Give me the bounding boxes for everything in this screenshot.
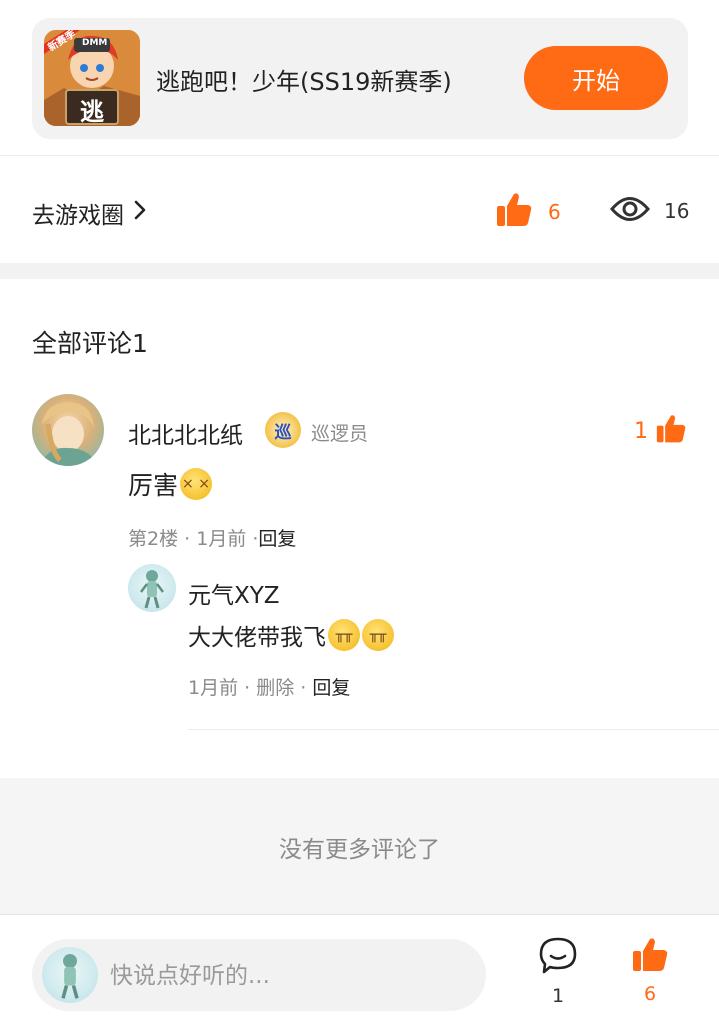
thumbs-up-icon xyxy=(632,937,668,977)
comment-floor: 第2楼 xyxy=(128,528,179,550)
replier-avatar[interactable] xyxy=(128,564,176,612)
reply-meta: 1月前 · 删除 · 回复 xyxy=(188,673,350,700)
comment-text-content: 厉害 xyxy=(128,471,179,500)
go-game-circle-link[interactable]: 去游戏圈 xyxy=(32,196,146,230)
start-button[interactable]: 开始 xyxy=(524,46,668,110)
comment-time: 1月前 xyxy=(196,528,247,550)
go-game-circle-label: 去游戏圈 xyxy=(32,203,124,229)
my-avatar-art xyxy=(61,954,79,999)
thumbs-up-icon xyxy=(496,192,532,232)
comments-section-title: 全部评论1 xyxy=(32,329,148,358)
post-views: 16 xyxy=(610,192,689,230)
reply-divider xyxy=(188,729,719,730)
my-avatar xyxy=(42,947,98,1003)
commenter-avatar-art xyxy=(40,402,98,466)
patrol-badge-char: 巡 xyxy=(274,422,292,443)
crying-face-emoji-icon: ╥╥ xyxy=(362,619,394,651)
reply-time: 1月前 xyxy=(188,677,239,699)
replier-avatar-art xyxy=(140,570,164,609)
post-like-count: 6 xyxy=(548,200,561,224)
game-icon-brand-text: DMM xyxy=(82,38,108,48)
thumbs-up-icon xyxy=(656,414,686,448)
reply-text-content: 大大佬带我飞 xyxy=(188,625,326,651)
bottom-like-button[interactable]: 6 xyxy=(628,937,672,1005)
no-more-comments-text: 没有更多评论了 xyxy=(279,837,440,863)
post-like-button[interactable]: 6 xyxy=(496,192,561,232)
dizzy-face-emoji-icon: × × xyxy=(180,468,213,500)
commenter-name[interactable]: 北北北北纸 xyxy=(128,416,243,450)
reply-delete-button[interactable]: 删除 xyxy=(256,677,294,699)
eye-icon xyxy=(610,192,650,230)
comment-like-count: 1 xyxy=(634,418,648,444)
comment-meta: 第2楼 · 1月前 ·回复 xyxy=(128,524,296,551)
comment-text: 厉害 × × xyxy=(128,466,213,502)
comment-like-button[interactable]: 1 xyxy=(634,414,686,448)
game-icon-char: 逃 xyxy=(80,98,104,126)
bottom-like-count: 6 xyxy=(643,983,657,1005)
game-card[interactable]: 新赛季 DMM 逃 逃跑吧！少年(SS19新赛季) 开始 xyxy=(32,18,688,139)
divider xyxy=(0,155,719,156)
comment-input[interactable] xyxy=(110,959,470,993)
comments-button[interactable]: 1 xyxy=(536,937,580,1007)
chevron-right-icon xyxy=(134,200,146,226)
separator-dot: · xyxy=(184,528,197,550)
reply-text: 大大佬带我飞 ╥╥ ╥╥ xyxy=(188,618,394,652)
comment-reply-button[interactable]: 回复 xyxy=(258,528,296,550)
patrol-badge-icon: 巡 xyxy=(265,412,301,448)
game-icon[interactable]: 新赛季 DMM 逃 xyxy=(44,30,140,126)
section-separator xyxy=(0,263,719,279)
post-meta-row: 去游戏圈 6 16 xyxy=(0,160,719,263)
reply-reply-button[interactable]: 回复 xyxy=(312,677,350,699)
patrol-badge-label: 巡逻员 xyxy=(311,423,369,445)
separator-dot: · xyxy=(300,677,313,699)
comment-count: 1 xyxy=(551,985,565,1007)
comment-input-box[interactable] xyxy=(32,939,486,1011)
commenter-avatar[interactable] xyxy=(32,394,104,466)
separator-dot: · xyxy=(244,677,257,699)
speech-bubble-icon xyxy=(538,937,578,979)
replier-name[interactable]: 元气XYZ xyxy=(188,576,280,610)
post-view-count: 16 xyxy=(664,199,690,223)
crying-face-emoji-icon: ╥╥ xyxy=(328,619,360,651)
bottom-bar: 1 6 xyxy=(0,914,719,1034)
game-title[interactable]: 逃跑吧！少年(SS19新赛季) xyxy=(156,62,452,97)
